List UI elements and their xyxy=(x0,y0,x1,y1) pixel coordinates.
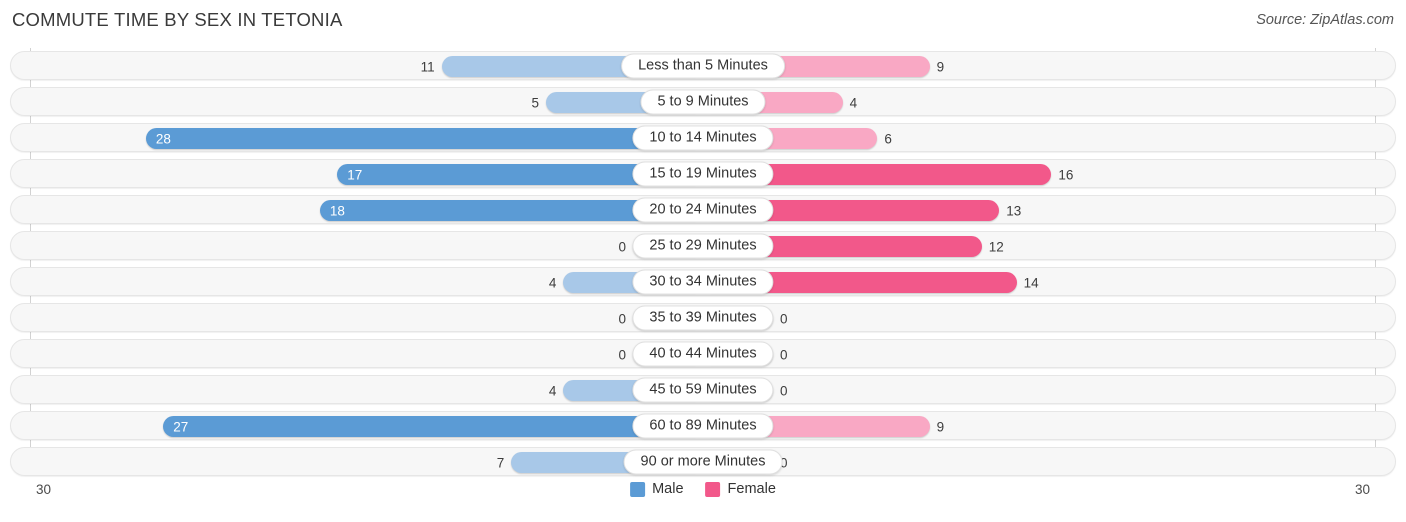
bar-male[interactable]: 28 xyxy=(145,128,703,149)
table-row[interactable]: 17 16 15 to 19 Minutes xyxy=(10,159,1396,188)
axis-tick-right: 30 xyxy=(1354,482,1370,497)
bar-value-female: 16 xyxy=(1058,167,1074,182)
chart-footer: 30 30 Male Female xyxy=(0,480,1406,512)
bar-value-male: 18 xyxy=(329,203,345,218)
bar-value-male: 5 xyxy=(531,95,539,110)
table-row[interactable]: 0 0 35 to 39 Minutes xyxy=(10,303,1396,332)
chart-legend: Male Female xyxy=(630,481,776,497)
bar-value-female: 13 xyxy=(1006,203,1022,218)
category-label: 5 to 9 Minutes xyxy=(640,89,766,114)
legend-swatch-icon xyxy=(705,481,721,497)
bar-value-female: 0 xyxy=(780,311,788,326)
category-label: 30 to 34 Minutes xyxy=(632,269,774,294)
table-row[interactable]: 11 9 Less than 5 Minutes xyxy=(10,51,1396,80)
bar-value-female: 12 xyxy=(988,239,1004,254)
category-label: Less than 5 Minutes xyxy=(621,53,785,78)
legend-label: Female xyxy=(727,481,776,497)
bar-value-male: 7 xyxy=(496,455,505,470)
chart-plot-area: 11 9 Less than 5 Minutes 5 4 5 to 9 Minutes 28… xyxy=(0,44,1406,476)
category-label: 90 or more Minutes xyxy=(623,449,783,474)
legend-label: Male xyxy=(652,481,684,497)
bar-value-male: 0 xyxy=(618,347,626,362)
table-row[interactable]: 5 4 5 to 9 Minutes xyxy=(10,87,1396,116)
bar-value-female: 9 xyxy=(936,59,945,74)
category-label: 35 to 39 Minutes xyxy=(632,305,774,330)
category-label: 15 to 19 Minutes xyxy=(632,161,774,186)
source-attribution: Source: ZipAtlas.com xyxy=(1256,12,1394,28)
bar-value-male: 28 xyxy=(155,131,171,146)
table-row[interactable]: 18 13 20 to 24 Minutes xyxy=(10,195,1396,224)
table-row[interactable]: 4 14 30 to 34 Minutes xyxy=(10,267,1396,296)
category-label: 10 to 14 Minutes xyxy=(632,125,774,150)
bar-value-male: 4 xyxy=(548,383,557,398)
table-row[interactable]: 0 12 25 to 29 Minutes xyxy=(10,231,1396,260)
bar-value-male: 0 xyxy=(618,239,626,254)
category-label: 25 to 29 Minutes xyxy=(632,233,774,258)
bar-male[interactable]: 27 xyxy=(163,416,703,437)
legend-item-male[interactable]: Male xyxy=(630,481,684,497)
category-label: 40 to 44 Minutes xyxy=(632,341,774,366)
table-row[interactable]: 28 6 10 to 14 Minutes xyxy=(10,123,1396,152)
bar-value-male: 27 xyxy=(173,419,189,434)
table-row[interactable]: 7 0 90 or more Minutes xyxy=(10,447,1396,476)
page-title: COMMUTE TIME BY SEX IN TETONIA xyxy=(12,9,343,30)
category-label: 45 to 59 Minutes xyxy=(632,377,774,402)
table-row[interactable]: 0 0 40 to 44 Minutes xyxy=(10,339,1396,368)
legend-swatch-icon xyxy=(630,481,646,497)
category-label: 20 to 24 Minutes xyxy=(632,197,774,222)
bar-value-female: 0 xyxy=(780,347,788,362)
bar-value-female: 0 xyxy=(780,383,788,398)
bar-value-male: 4 xyxy=(548,275,557,290)
bar-value-male: 11 xyxy=(420,59,435,74)
table-row[interactable]: 4 0 45 to 59 Minutes xyxy=(10,375,1396,404)
bar-value-female: 4 xyxy=(849,95,858,110)
axis-tick-left: 30 xyxy=(36,482,52,497)
bar-value-female: 9 xyxy=(936,419,945,434)
chart-header: COMMUTE TIME BY SEX IN TETONIA Source: Z… xyxy=(0,0,1406,44)
category-label: 60 to 89 Minutes xyxy=(632,413,774,438)
legend-item-female[interactable]: Female xyxy=(705,481,776,497)
bar-value-male: 17 xyxy=(347,167,363,182)
table-row[interactable]: 27 9 60 to 89 Minutes xyxy=(10,411,1396,440)
bar-value-female: 14 xyxy=(1023,275,1039,290)
bar-value-female: 6 xyxy=(884,131,892,146)
bar-value-male: 0 xyxy=(618,311,626,326)
